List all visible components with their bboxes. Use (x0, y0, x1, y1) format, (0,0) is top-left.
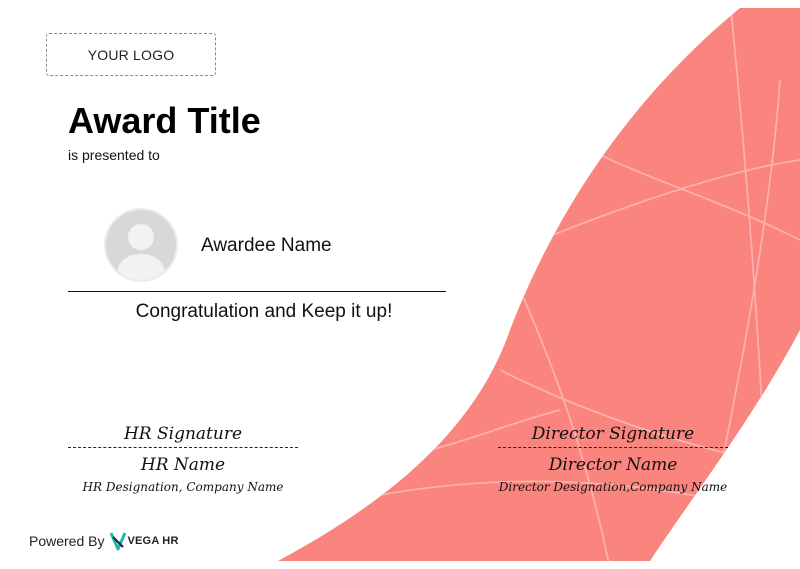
director-designation: Director Designation,Company Name (498, 480, 728, 494)
powered-by-footer: Powered By VEGA HR (29, 531, 179, 551)
director-signature-block: Director Signature Director Name Directo… (498, 423, 728, 495)
presented-to-text: is presented to (68, 147, 160, 163)
brand-link[interactable]: VEGA HR (110, 531, 178, 551)
user-silhouette-icon (116, 224, 166, 280)
vega-hr-logo-icon (110, 532, 127, 551)
awardee-name: Awardee Name (201, 235, 332, 256)
director-signature-line (498, 447, 728, 448)
hr-signature-block: HR Signature HR Name HR Designation, Com… (68, 423, 298, 495)
awardee-underline (68, 291, 446, 292)
director-name: Director Name (548, 455, 678, 475)
powered-by-label: Powered By (29, 533, 105, 549)
brand-name: VEGA HR (127, 535, 179, 547)
congratulation-message: Congratulation and Keep it up! (135, 301, 393, 322)
avatar (104, 208, 178, 282)
hr-designation: HR Designation, Company Name (82, 480, 284, 494)
hr-signature-line (68, 447, 298, 448)
hr-name: HR Name (140, 455, 226, 475)
logo-placeholder[interactable]: YOUR LOGO (46, 33, 216, 76)
certificate-page: YOUR LOGO Award Title is presented to Aw… (0, 0, 800, 569)
hr-signature: HR Signature (123, 424, 243, 444)
award-title: Award Title (68, 100, 261, 141)
director-signature: Director Signature (531, 424, 695, 444)
